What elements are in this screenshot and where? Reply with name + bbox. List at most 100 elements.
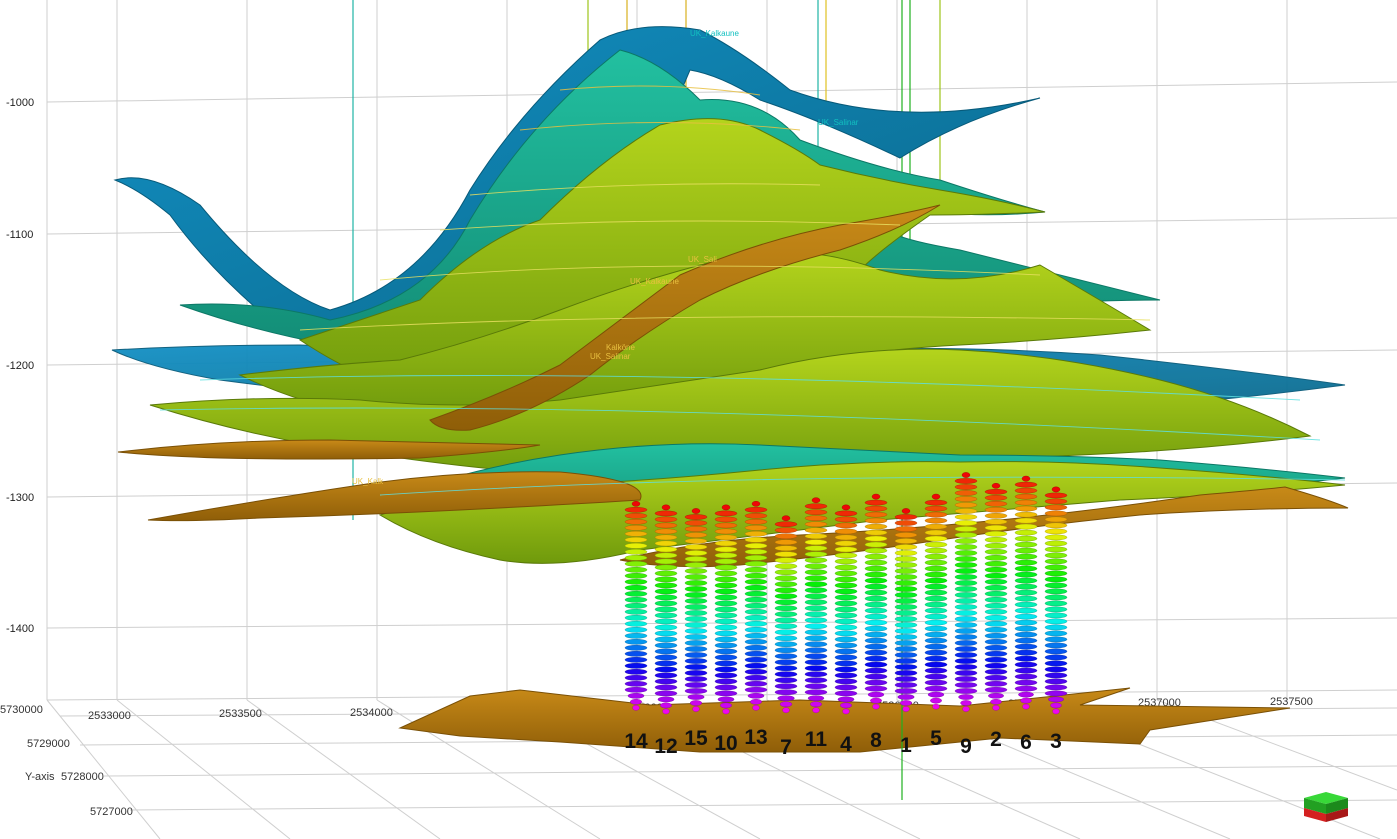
well-segment <box>654 582 678 589</box>
well-segment <box>624 603 648 609</box>
well-segment <box>684 664 708 670</box>
z-tick-label: -1400 <box>6 623 34 635</box>
well-segment <box>1044 516 1068 523</box>
horizon-label: UK_Kalk <box>352 477 384 486</box>
well-segment <box>1044 636 1068 643</box>
well-label: 4 <box>840 733 852 756</box>
well-segment <box>954 508 978 514</box>
well-segment <box>1044 570 1068 577</box>
well-segment <box>774 683 798 690</box>
well-segment <box>744 621 768 627</box>
well-segment <box>714 600 738 607</box>
well-segment <box>722 708 730 715</box>
well-segment <box>1044 576 1068 583</box>
well-segment <box>924 529 948 536</box>
well-segment <box>804 503 828 510</box>
well-segment <box>954 556 978 562</box>
well-segment <box>654 630 678 637</box>
well-segment <box>864 667 888 674</box>
well-segment <box>810 701 822 708</box>
well-segment <box>1044 522 1068 529</box>
well-segment <box>834 654 858 661</box>
well-segment <box>834 588 858 595</box>
orientation-cube[interactable] <box>1304 792 1348 822</box>
well-segment <box>1044 606 1068 613</box>
well-segment <box>984 603 1008 609</box>
well-segment <box>1014 643 1038 650</box>
well-segment <box>1044 498 1068 505</box>
well-segment <box>864 631 888 638</box>
well-segment <box>714 636 738 643</box>
well-segment <box>834 606 858 613</box>
well-segment <box>842 708 850 715</box>
well-segment <box>1014 619 1038 626</box>
well-segment <box>624 555 648 561</box>
well-segment <box>714 618 738 625</box>
well-segment <box>1044 594 1068 601</box>
well-label: 8 <box>870 729 882 752</box>
well-segment <box>954 682 978 688</box>
well-segment <box>624 657 648 663</box>
well-label: 2 <box>990 728 1002 751</box>
well-segment <box>894 592 918 598</box>
well-segment <box>1044 642 1068 649</box>
z-tick-label: -1100 <box>6 229 33 241</box>
well-segment <box>1014 625 1038 632</box>
well-segment <box>804 515 828 522</box>
well-segment <box>684 592 708 598</box>
well-segment <box>774 533 798 540</box>
well-segment <box>654 666 678 673</box>
well-segment <box>954 604 978 610</box>
well-segment <box>744 633 768 639</box>
well-label: 10 <box>714 732 737 755</box>
well-segment <box>774 605 798 612</box>
well-label: 3 <box>1050 730 1062 753</box>
well-segment <box>684 658 708 664</box>
well-segment <box>899 700 913 706</box>
well-segment <box>1044 600 1068 607</box>
z-tick-label: -1200 <box>6 360 34 372</box>
well-segment <box>1014 517 1038 524</box>
well-segment <box>684 688 708 694</box>
well-segment <box>692 706 700 712</box>
well-segment <box>894 670 918 676</box>
well-segment <box>864 553 888 560</box>
well-segment <box>1014 607 1038 614</box>
well-segment <box>624 573 648 579</box>
well-segment <box>1014 559 1038 566</box>
well-segment <box>1014 595 1038 602</box>
well-segment <box>834 666 858 673</box>
well-segment <box>774 641 798 648</box>
well-segment <box>1022 703 1030 710</box>
well-segment <box>714 654 738 661</box>
well-segment <box>1014 523 1038 530</box>
well-segment <box>751 500 761 507</box>
well-segment <box>684 646 708 652</box>
well-segment <box>684 670 708 676</box>
well-segment <box>1014 499 1038 506</box>
well-segment <box>684 598 708 604</box>
well-segment <box>811 497 821 504</box>
well-segment <box>864 673 888 680</box>
well-segment <box>864 619 888 626</box>
well-segment <box>774 539 798 546</box>
well-segment <box>654 636 678 643</box>
well-segment <box>834 672 858 679</box>
well-segment <box>984 633 1008 639</box>
well-segment <box>744 663 768 669</box>
well-segment <box>774 665 798 672</box>
well-segment <box>834 534 858 541</box>
well-segment <box>624 513 648 519</box>
well-segment <box>902 706 910 712</box>
well-segment <box>744 627 768 633</box>
3d-scene-viewport[interactable]: -1000 -1100 -1200 -1300 -1400 2533000 25… <box>0 0 1397 839</box>
well-segment <box>924 595 948 602</box>
well-segment <box>864 685 888 692</box>
well-segment <box>624 675 648 681</box>
well-segment <box>924 649 948 656</box>
well-segment <box>684 628 708 634</box>
well-segment <box>954 670 978 676</box>
well-segment <box>1044 492 1068 499</box>
well-segment <box>804 527 828 534</box>
well-segment <box>927 691 945 698</box>
